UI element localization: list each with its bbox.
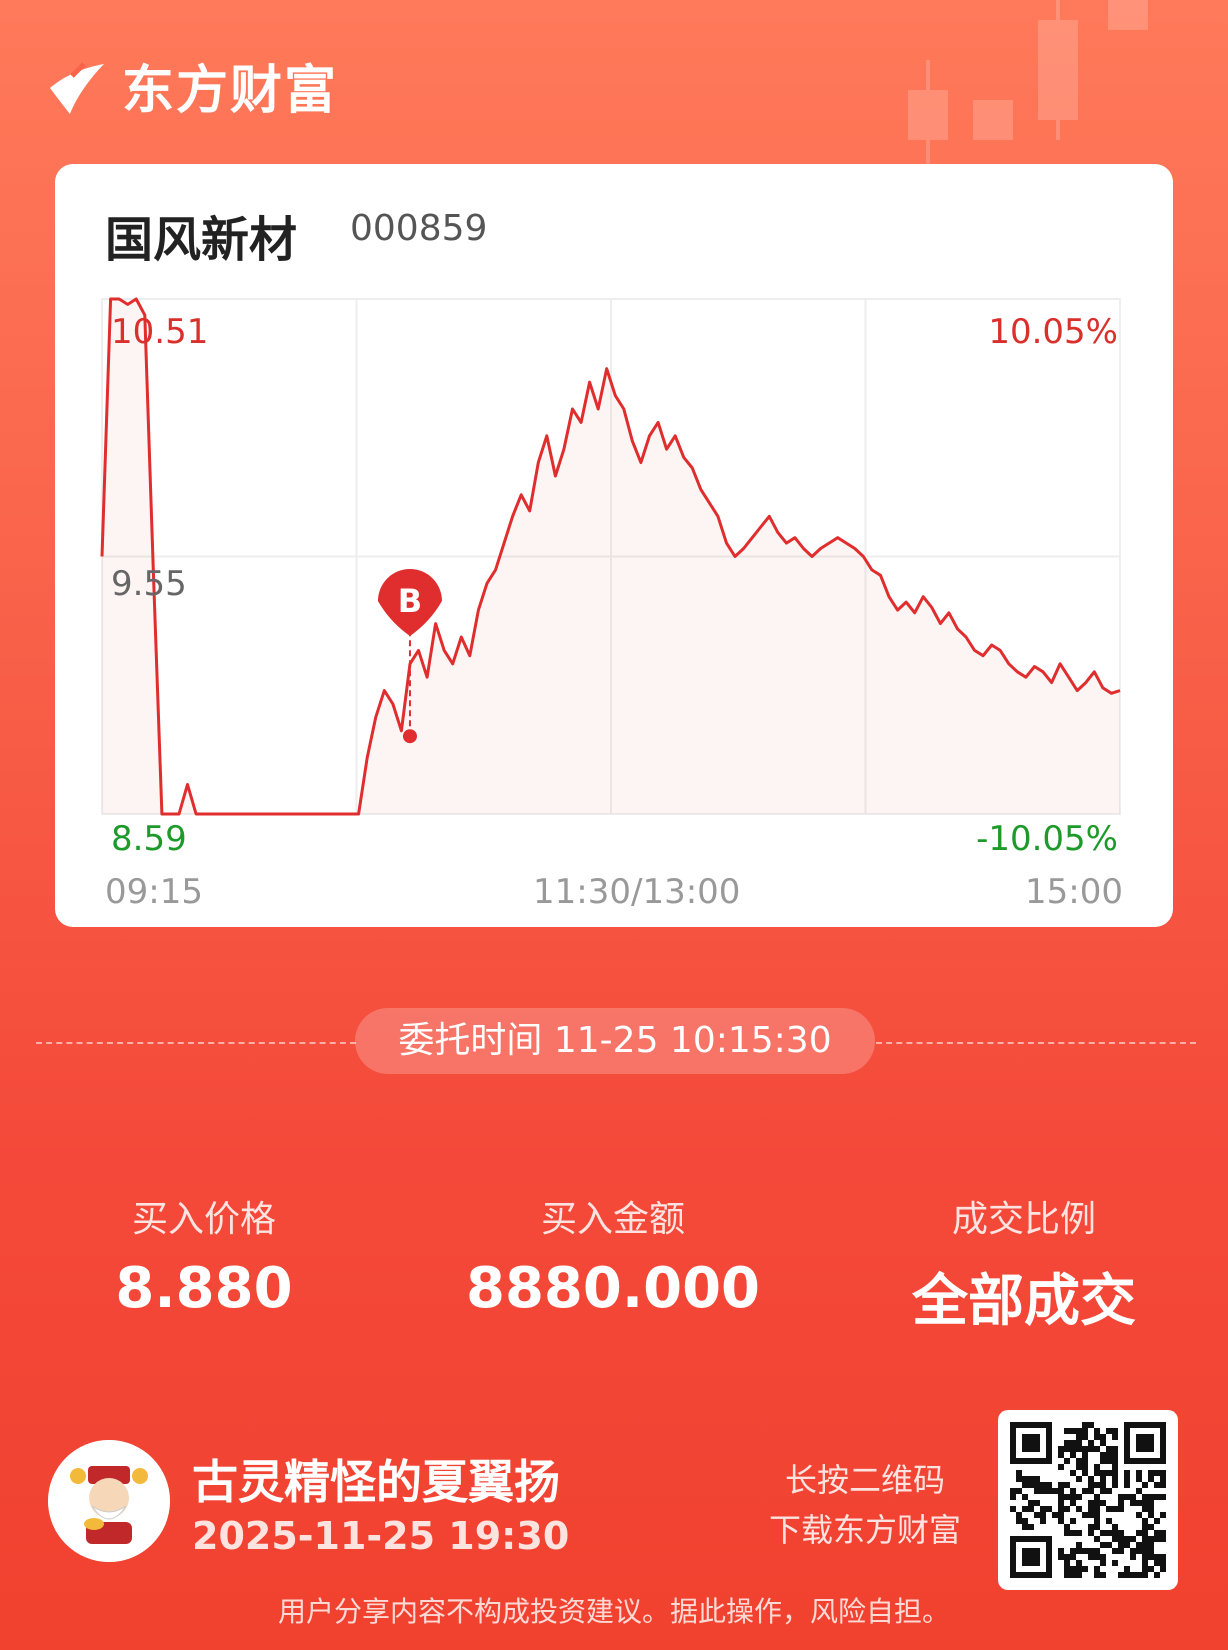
qr-hint: 长按二维码 下载东方财富: [745, 1455, 985, 1555]
x-label-midday: 11:30/13:00: [533, 872, 741, 912]
avatar: [48, 1440, 170, 1562]
download-qr-code[interactable]: [998, 1410, 1178, 1590]
divider-dash-left: [36, 1042, 356, 1044]
x-label-open: 09:15: [105, 872, 203, 912]
buy-price-label: 买入价格: [131, 1199, 276, 1240]
stat-buy-price: 买入价格 8.880: [24, 1190, 384, 1321]
eastmoney-logo-icon: [50, 61, 104, 114]
y-label-mid: 9.55: [111, 564, 187, 604]
risk-disclaimer: 用户分享内容不构成投资建议。据此操作，风险自担。: [277, 1595, 950, 1628]
buy-marker-label: B: [398, 582, 422, 620]
order-time-pill: 委托时间 11-25 10:15:30: [355, 1008, 875, 1074]
order-time-label: 委托时间: [398, 1020, 543, 1061]
fill-ratio-label: 成交比例: [951, 1199, 1096, 1240]
y-label-high: 10.51: [111, 312, 209, 352]
share-time: 2025-11-25 19:30: [192, 1514, 570, 1558]
buy-point: [402, 729, 417, 744]
y-label-low-pct: -10.05%: [976, 819, 1118, 859]
buy-amount-value: 8880.000: [465, 1256, 761, 1321]
divider-dash-right: [876, 1042, 1196, 1044]
stat-buy-amount: 买入金额 8880.000: [433, 1190, 793, 1321]
qr-hint-line1: 长按二维码: [784, 1461, 945, 1499]
qr-code-icon: [1010, 1422, 1166, 1578]
buy-amount-label: 买入金额: [540, 1199, 685, 1240]
order-time-value: 11-25 10:15:30: [553, 1020, 832, 1061]
order-time-divider: 委托时间 11-25 10:15:30: [36, 1008, 1196, 1078]
user-name: 古灵精怪的夏翼扬: [192, 1455, 560, 1509]
stock-chart-card: 国风新材 000859 B 10.51 9.55 8.59 10.05% -10…: [55, 164, 1173, 927]
intraday-chart: B: [100, 297, 1121, 816]
x-label-close: 15:00: [1025, 872, 1123, 912]
qr-hint-line2: 下载东方财富: [768, 1511, 961, 1549]
y-label-high-pct: 10.05%: [988, 312, 1118, 352]
trade-stats: 买入价格 8.880 买入金额 8880.000 成交比例 全部成交: [0, 1190, 1228, 1334]
fortune-god-avatar-icon: [48, 1440, 170, 1562]
fill-ratio-value: 全部成交: [912, 1269, 1136, 1334]
buy-price-value: 8.880: [115, 1256, 293, 1321]
brand-logo: 东方财富: [46, 48, 338, 123]
stat-fill-ratio: 成交比例 全部成交: [844, 1190, 1204, 1337]
y-label-low: 8.59: [111, 819, 187, 859]
brand-name: 东方财富: [122, 61, 339, 121]
